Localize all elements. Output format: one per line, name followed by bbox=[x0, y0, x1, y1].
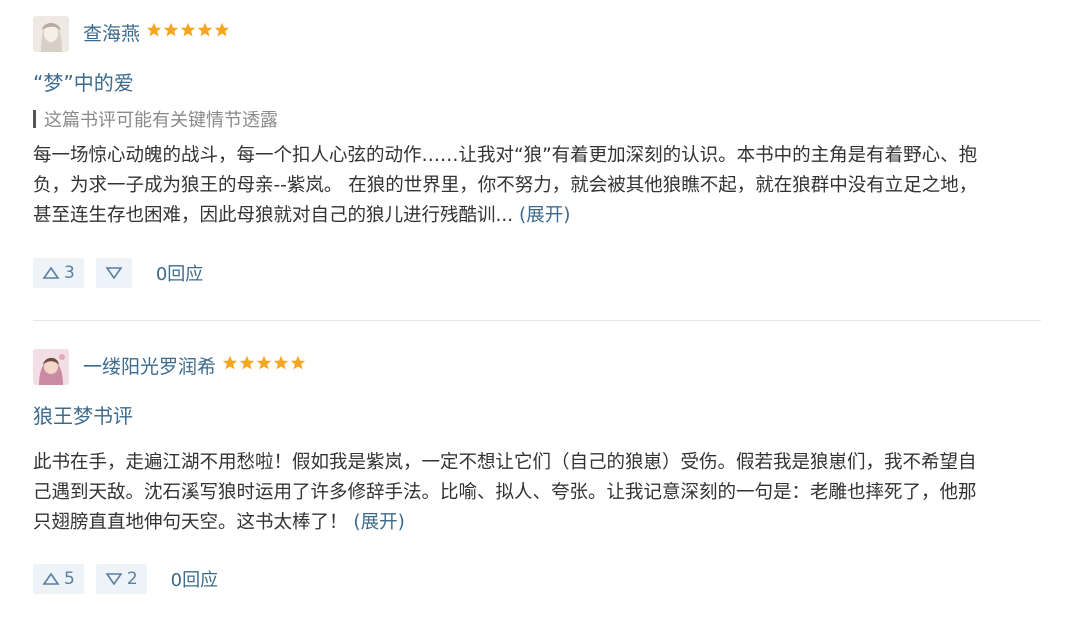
review-card: 一缕阳光罗润希 狼王梦书评 此书在手，走遍江湖不用愁啦！假如我是紫岚，一定不想让… bbox=[0, 322, 1080, 618]
upvote-count: 5 bbox=[64, 569, 75, 589]
reply-link[interactable]: 0回应 bbox=[156, 260, 203, 286]
star-icon bbox=[239, 355, 255, 370]
divider bbox=[33, 320, 1041, 321]
star-icon bbox=[197, 22, 213, 37]
expand-link[interactable]: (展开) bbox=[353, 512, 404, 533]
username[interactable]: 查海燕 bbox=[83, 22, 140, 46]
reply-link[interactable]: 0回应 bbox=[171, 566, 218, 592]
star-icon bbox=[273, 355, 289, 370]
review-line: 每一场惊心动魄的战斗，每一个扣人心弦的动作……让我对“狼”有着更加深刻的认识。本… bbox=[33, 145, 978, 166]
triangle-down-icon bbox=[105, 267, 123, 280]
star-icon bbox=[146, 22, 162, 37]
review-actions: 3 0回应 bbox=[33, 258, 203, 288]
review-line: 己遇到天敌。沈石溪写狼时运用了许多修辞手法。比喻、拟人、夸张。让我记意深刻的一句… bbox=[33, 482, 977, 503]
review-body: 每一场惊心动魄的战斗，每一个扣人心弦的动作……让我对“狼”有着更加深刻的认识。本… bbox=[33, 141, 1033, 231]
review-line: 此书在手，走遍江湖不用愁啦！假如我是紫岚，一定不想让它们（自己的狼崽）受伤。假若… bbox=[33, 452, 977, 473]
review-line: 负，为求一子成为狼王的母亲--紫岚。 在狼的世界里，你不努力，就会被其他狼瞧不起… bbox=[33, 175, 978, 196]
rating-stars bbox=[222, 355, 306, 371]
upvote-button[interactable]: 5 bbox=[33, 564, 84, 594]
review-line: 只翅膀直直地伸句天空。这书太棒了！ (展开) bbox=[33, 508, 1033, 538]
downvote-button[interactable] bbox=[95, 258, 132, 288]
expand-link[interactable]: (展开) bbox=[519, 205, 570, 226]
rating-stars bbox=[146, 22, 230, 38]
triangle-up-icon bbox=[42, 266, 60, 279]
star-icon bbox=[256, 355, 272, 370]
spoiler-text: 这篇书评可能有关键情节透露 bbox=[44, 110, 278, 131]
avatar[interactable] bbox=[33, 349, 69, 385]
star-icon bbox=[222, 355, 238, 370]
review-card: 查海燕 “梦”中的爱 这篇书评可能有关键情节透露 每一场惊心动魄的战斗，每一个扣… bbox=[0, 0, 1080, 321]
upvote-count: 3 bbox=[64, 263, 75, 283]
review-body: 此书在手，走遍江湖不用愁啦！假如我是紫岚，一定不想让它们（自己的狼崽）受伤。假若… bbox=[33, 448, 1033, 538]
triangle-down-icon bbox=[105, 573, 123, 586]
downvote-count: 2 bbox=[126, 569, 138, 589]
upvote-button[interactable]: 3 bbox=[33, 258, 84, 288]
review-line-text: 只翅膀直直地伸句天空。这书太棒了！ bbox=[33, 512, 348, 533]
review-line-text: 甚至连生存也困难，因此母狼就对自己的狼儿进行残酷训... bbox=[33, 205, 514, 226]
review-line: 甚至连生存也困难，因此母狼就对自己的狼儿进行残酷训... (展开) bbox=[33, 201, 1033, 231]
star-icon bbox=[214, 22, 230, 37]
star-icon bbox=[290, 355, 306, 370]
star-icon bbox=[163, 22, 179, 37]
username[interactable]: 一缕阳光罗润希 bbox=[83, 355, 216, 379]
spoiler-bar bbox=[33, 110, 36, 128]
review-title[interactable]: 狼王梦书评 bbox=[33, 403, 133, 429]
avatar[interactable] bbox=[33, 16, 69, 52]
spoiler-notice: 这篇书评可能有关键情节透露 bbox=[33, 109, 278, 133]
triangle-up-icon bbox=[42, 572, 60, 585]
star-icon bbox=[180, 22, 196, 37]
downvote-button[interactable]: 2 bbox=[95, 564, 147, 594]
review-title[interactable]: “梦”中的爱 bbox=[33, 70, 134, 96]
review-actions: 5 2 0回应 bbox=[33, 564, 218, 594]
